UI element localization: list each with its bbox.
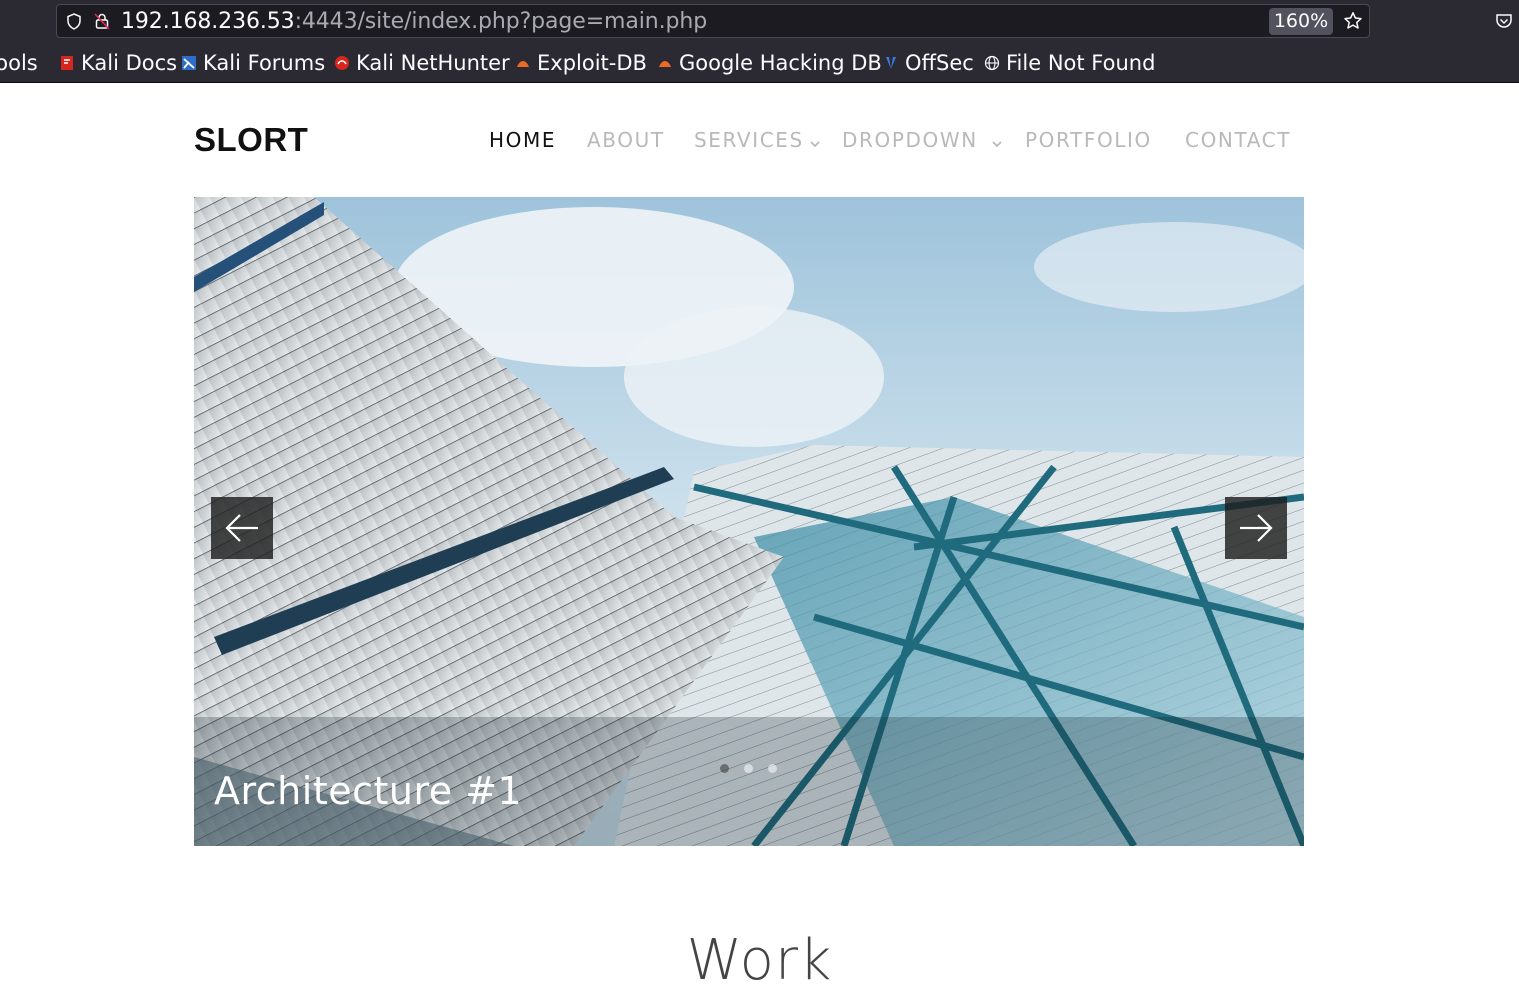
- bookmark-label: Kali Docs: [81, 51, 178, 75]
- bookmark-label: Exploit-DB: [537, 51, 647, 75]
- bookmarks-toolbar: Tools Kali Docs Kali Forums Kali NetHunt…: [0, 46, 1519, 80]
- nav-home[interactable]: HOME: [489, 128, 556, 152]
- slider-dot-1[interactable]: [720, 764, 729, 773]
- url-text[interactable]: 192.168.236.53:4443/site/index.php?page=…: [121, 9, 707, 34]
- bookmark-offsec[interactable]: OffSec: [883, 49, 974, 77]
- slider-prev-button[interactable]: [211, 497, 273, 559]
- offsec-icon: [886, 57, 896, 69]
- globe-icon: [984, 55, 1000, 71]
- slider-next-button[interactable]: [1225, 497, 1287, 559]
- bookmark-label: OffSec: [905, 51, 974, 75]
- nav-contact[interactable]: CONTACT: [1185, 128, 1291, 152]
- bookmark-kali-nethunter[interactable]: Kali NetHunter: [334, 49, 510, 77]
- url-path: :4443/site/index.php?page=main.php: [294, 9, 708, 34]
- kali-forums-icon: [182, 56, 196, 70]
- hero-slider: Architecture #1: [194, 197, 1304, 846]
- bookmark-label: Google Hacking DB: [679, 51, 882, 75]
- kali-nethunter-icon: [335, 56, 349, 70]
- chevron-down-icon: [992, 141, 1002, 148]
- slider-dot-2[interactable]: [744, 764, 753, 773]
- section-title: Work: [686, 928, 833, 993]
- bookmark-kali-docs[interactable]: Kali Docs: [59, 49, 177, 77]
- arrow-left-icon: [225, 514, 258, 542]
- nav-services[interactable]: SERVICES: [694, 128, 804, 152]
- url-host: 192.168.236.53: [121, 9, 295, 34]
- bookmark-google-hacking-db[interactable]: Google Hacking DB: [657, 49, 882, 77]
- pocket-icon[interactable]: [1495, 13, 1513, 30]
- bookmark-label: Kali NetHunter: [356, 51, 510, 75]
- main-nav: HOME ABOUT SERVICES DROPDOWN PORTFOLIO C…: [0, 128, 1519, 158]
- bookmark-kali-forums[interactable]: Kali Forums: [181, 49, 325, 77]
- arrow-right-icon: [1240, 514, 1273, 542]
- bookmark-label: Tools: [0, 51, 38, 75]
- nav-dropdown[interactable]: DROPDOWN: [842, 128, 978, 152]
- browser-toolbar: 192.168.236.53:4443/site/index.php?page=…: [0, 0, 1519, 83]
- address-bar[interactable]: 192.168.236.53:4443/site/index.php?page=…: [56, 4, 1370, 38]
- shield-icon[interactable]: [66, 13, 82, 30]
- nav-about[interactable]: ABOUT: [587, 128, 665, 152]
- chevron-down-icon: [810, 141, 820, 148]
- google-hacking-db-icon: [659, 61, 671, 67]
- bookmark-star-icon[interactable]: [1343, 11, 1363, 31]
- slide-caption: Architecture #1: [214, 769, 523, 813]
- bookmark-label: Kali Forums: [203, 51, 326, 75]
- bookmark-label: File Not Found: [1006, 51, 1156, 75]
- bookmark-file-not-found[interactable]: File Not Found: [984, 49, 1155, 77]
- slide-image: [194, 197, 1304, 846]
- slider-dot-3[interactable]: [768, 764, 777, 773]
- exploit-db-icon: [517, 61, 529, 67]
- insecure-lock-icon[interactable]: [94, 12, 110, 30]
- bookmark-tools[interactable]: Tools: [0, 49, 38, 77]
- nav-portfolio[interactable]: PORTFOLIO: [1025, 128, 1152, 152]
- zoom-indicator[interactable]: 160%: [1269, 8, 1333, 35]
- kali-docs-icon: [61, 56, 73, 70]
- bookmark-exploit-db[interactable]: Exploit-DB: [515, 49, 647, 77]
